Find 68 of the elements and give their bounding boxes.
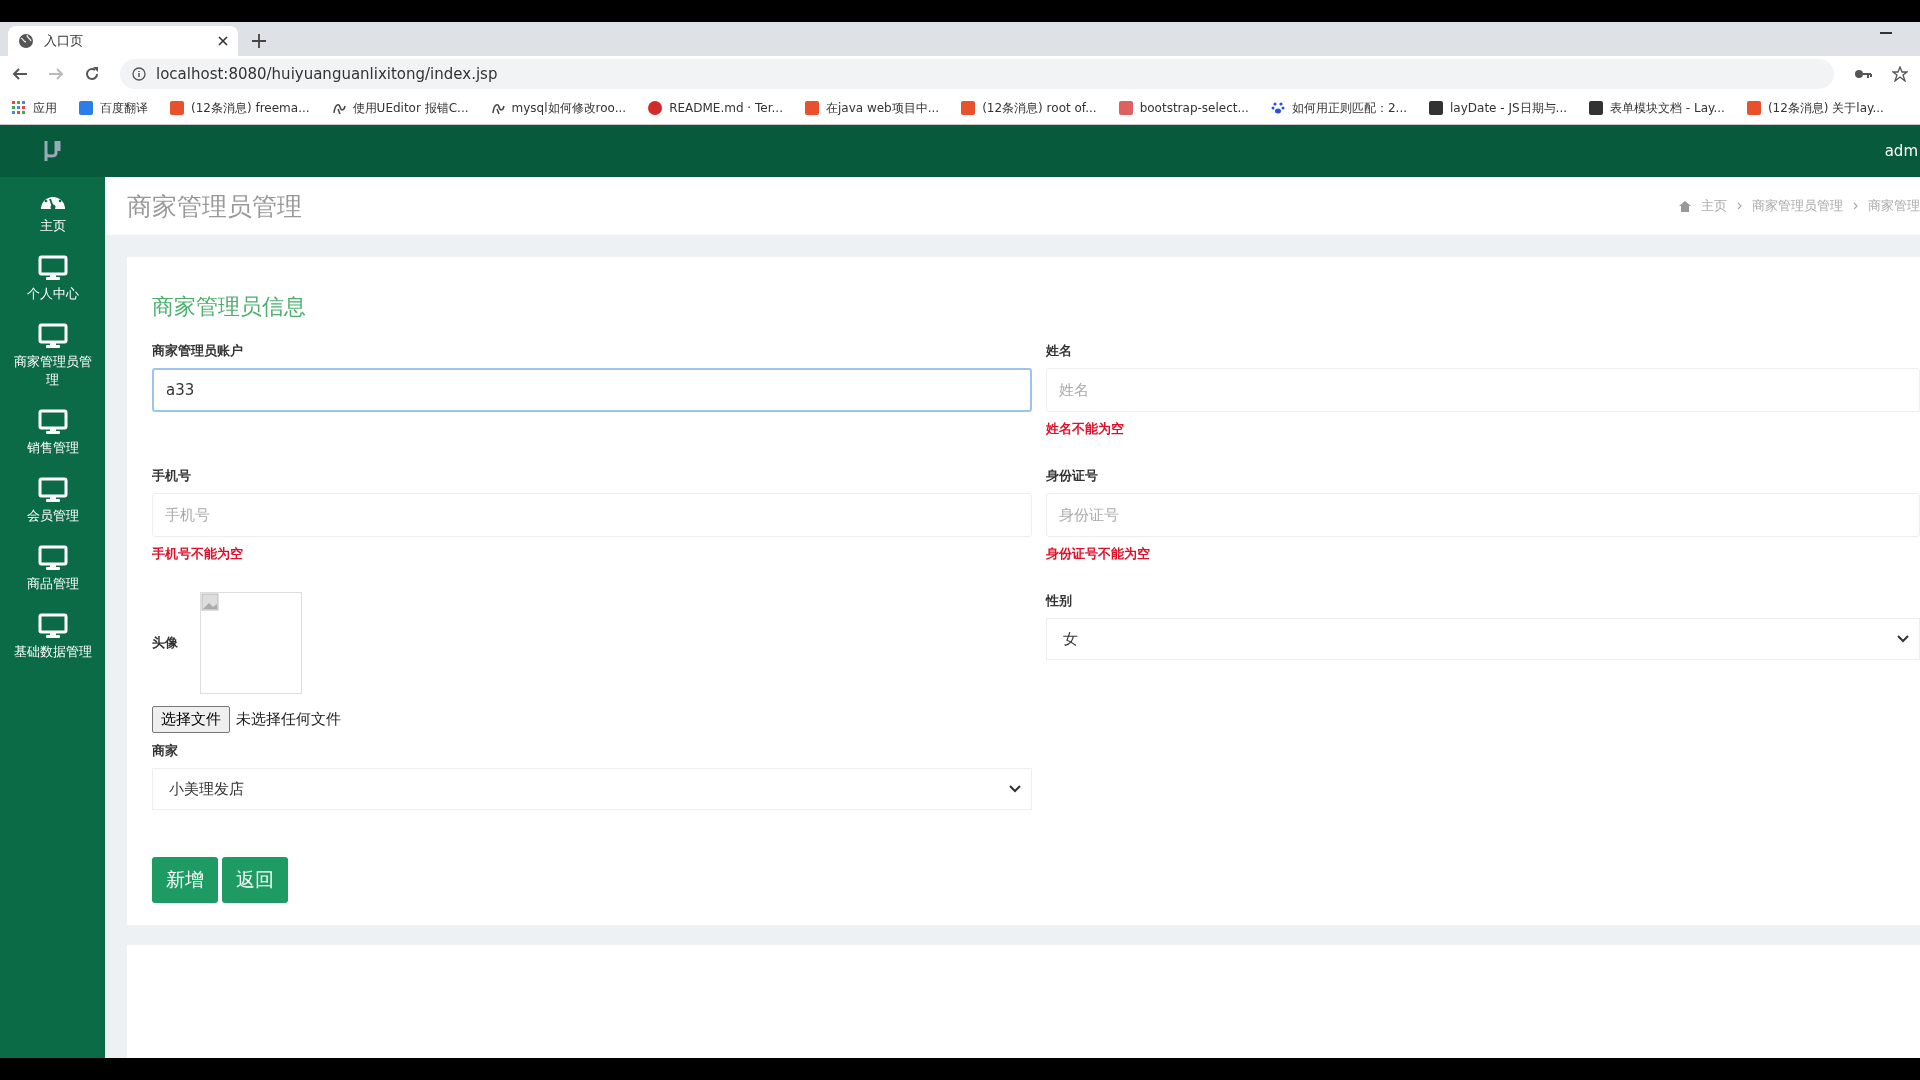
text-input[interactable]: 身份证号 [1046,493,1920,537]
monitor-icon [37,477,68,503]
bookmark-item[interactable]: layDate - JS日期与... [1429,99,1568,117]
chevron-down-icon [1009,785,1021,793]
sidebar-item[interactable]: 商品管理 [0,533,105,601]
page-title: 商家管理员管理 [127,190,302,223]
bookmark-item[interactable]: 百度翻译 [79,99,148,117]
form-button[interactable]: 返回 [222,857,288,903]
bookmark-item[interactable]: mysql如何修改roo... [490,99,627,117]
bookmark-item[interactable]: README.md · Ter... [648,101,783,115]
chevron-right-icon [1853,202,1858,210]
user-name[interactable]: adm [1884,142,1920,160]
error-message: 姓名不能为空 [1046,420,1125,438]
favicon-icon [331,101,346,115]
bookmark-item[interactable]: (12条消息) root of... [961,99,1097,117]
star-icon[interactable] [1892,66,1908,82]
close-icon[interactable] [218,36,228,46]
home-icon [1679,200,1691,212]
monitor-icon [37,545,68,571]
monitor-icon [37,613,68,639]
bookmark-item[interactable]: (12条消息) freema... [170,99,310,117]
info-icon [132,67,146,81]
file-status: 未选择任何文件 [236,710,341,729]
browser-tab[interactable]: 入口页 [8,26,238,56]
field-label: 姓名 [1046,342,1073,360]
field-label: 性别 [1046,592,1073,610]
field-label: 商家 [152,742,179,760]
favicon-icon [490,101,505,115]
error-message: 身份证号不能为空 [1046,545,1151,563]
field-label: 身份证号 [1046,467,1099,485]
bookmark-item[interactable]: (12条消息) 关于lay... [1746,99,1884,117]
text-input[interactable]: 姓名 [1046,368,1920,412]
apps-grid-icon [12,101,26,115]
chevron-right-icon [1737,202,1742,210]
reload-icon[interactable] [84,66,100,82]
bookmark-item[interactable]: bootstrap-select... [1118,101,1249,115]
error-message: 手机号不能为空 [152,545,244,563]
back-arrow-icon[interactable] [12,66,28,82]
sidebar-item[interactable]: 商家管理员管理 [0,311,105,397]
sidebar-item[interactable]: 个人中心 [0,243,105,311]
sidebar-item[interactable]: 销售管理 [0,397,105,465]
form-title: 商家管理员信息 [152,293,307,321]
bookmark-item[interactable]: 在java web项目中... [804,99,940,117]
text-input[interactable]: 手机号 [152,493,1032,537]
sidebar-item[interactable]: 会员管理 [0,465,105,533]
monitor-icon [37,255,68,281]
bookmark-item[interactable]: 应用 [12,99,57,117]
choose-file-button[interactable]: 选择文件 [152,706,230,733]
form-button[interactable]: 新增 [152,857,218,903]
monitor-icon [37,409,68,435]
monitor-icon [37,323,68,349]
address-field[interactable]: localhost:8080/huiyuanguanlixitong/index.jsp [120,59,1834,89]
bookmark-item[interactable]: 如何用正则匹配：2... [1270,99,1407,117]
bookmark-item[interactable]: 使用UEditor 报错C... [331,99,469,117]
paw-icon [1270,101,1285,115]
sidebar-item[interactable]: 基础数据管理 [0,601,105,669]
globe-icon [18,33,34,49]
field-label: 商家管理员账户 [152,342,244,360]
field-label: 头像 [152,634,178,652]
text-input[interactable]: a33 [152,368,1032,412]
sidebar-item[interactable]: 主页 [0,177,105,243]
select-dropdown[interactable]: 小美理发店 [152,768,1032,810]
field-label: 手机号 [152,467,192,485]
key-icon[interactable] [1854,68,1872,80]
select-dropdown[interactable]: 女 [1046,618,1920,660]
chevron-down-icon [1897,635,1909,643]
plus-icon[interactable] [252,34,266,48]
bookmark-item[interactable]: 表单模块文档 - Lay... [1589,99,1725,117]
